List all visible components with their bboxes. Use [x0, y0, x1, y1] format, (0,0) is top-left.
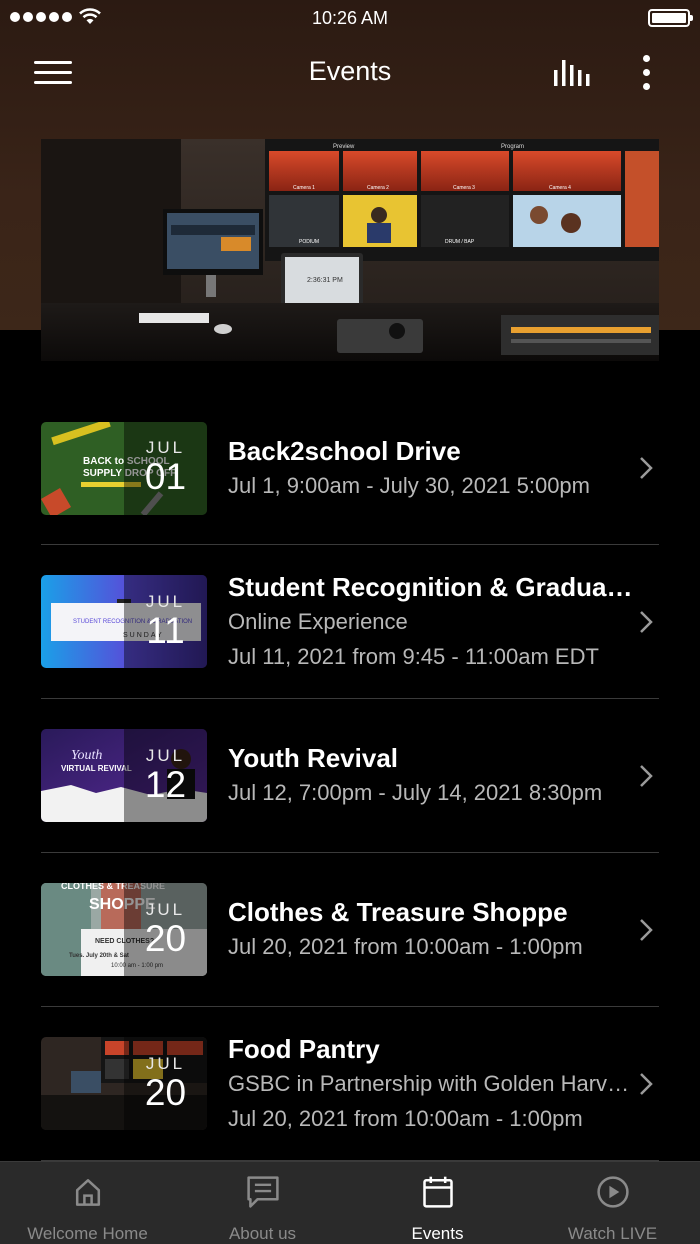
thumb-text-virtual-revival: VIRTUAL REVIVAL — [61, 764, 132, 773]
event-thumbnail: BACK to SCHOOL SUPPLY DROP OFF JUL 01 — [41, 421, 207, 515]
event-day: 11 — [146, 609, 185, 651]
tab-label: Welcome Home — [27, 1224, 148, 1243]
list-item[interactable]: Youth VIRTUAL REVIVAL JUL 12 Youth Reviv… — [41, 699, 659, 853]
audio-levels-icon[interactable] — [548, 54, 596, 90]
event-date-text: Jul 1, 9:00am - July 30, 2021 5:00pm — [228, 472, 590, 498]
hero-label-preview: Preview — [333, 144, 355, 150]
event-date-badge: JUL 20 — [124, 1037, 207, 1130]
status-bar: 10:26 AM — [0, 0, 700, 36]
hero-label-program: Program — [501, 144, 524, 150]
tab-label: Events — [411, 1224, 464, 1243]
hero-label-camera-1: Camera 1 — [293, 185, 315, 191]
event-day: 12 — [144, 763, 187, 805]
event-date-badge: JUL 20 — [124, 883, 207, 976]
event-title: Student Recognition & Graduation — [228, 571, 633, 602]
event-month: JUL — [145, 591, 186, 611]
home-icon — [75, 1179, 100, 1206]
event-day: 01 — [144, 456, 187, 497]
navigation-bar: Events — [0, 36, 700, 108]
event-title: Youth Revival — [228, 743, 399, 773]
event-month: JUL — [145, 438, 186, 457]
event-thumbnail: CLOTHES & TREASURE SHOPPE NEED CLOTHES? … — [41, 883, 207, 976]
tab-about-us[interactable]: About us — [175, 1162, 350, 1244]
event-thumbnail: JUL 20 — [41, 1037, 207, 1130]
event-subtitle: Online Experience — [228, 608, 408, 634]
hero-label-camera-3: Camera 3 — [453, 185, 475, 191]
control-room-illustration: Preview Program Camera 1 Camera 2 Camera… — [41, 139, 659, 361]
event-title: Clothes & Treasure Shoppe — [228, 897, 568, 927]
event-list: BACK to SCHOOL SUPPLY DROP OFF JUL 01 Ba… — [41, 392, 659, 1161]
event-day: 20 — [144, 1071, 187, 1113]
event-month: JUL — [145, 745, 186, 765]
list-item[interactable]: STUDENT RECOGNITION & GRADUATION SUNDAY … — [41, 545, 659, 699]
chevron-right-icon — [640, 764, 653, 787]
hero-label-camera-2: Camera 2 — [367, 185, 389, 191]
hero-label-podium: PODIUM — [299, 239, 319, 245]
event-thumbnail: STUDENT RECOGNITION & GRADUATION SUNDAY … — [41, 575, 207, 668]
tab-label: About us — [228, 1224, 297, 1243]
thumb-text-tues-date: Tues. July 20th & Sat — [69, 953, 129, 959]
event-date-badge: JUL 01 — [124, 421, 207, 515]
chevron-right-icon — [640, 1072, 653, 1095]
tab-label: Watch LIVE — [567, 1224, 658, 1243]
list-item[interactable]: CLOTHES & TREASURE SHOPPE NEED CLOTHES? … — [41, 853, 659, 1007]
chevron-right-icon — [640, 610, 653, 633]
bottom-tab-bar: Welcome Home About us Events Watch LIVE — [0, 1161, 700, 1244]
hero-label-camera-4: Camera 4 — [549, 185, 571, 191]
tab-events[interactable]: Events — [350, 1162, 525, 1244]
chevron-right-icon — [640, 918, 653, 941]
tab-welcome-home[interactable]: Welcome Home — [0, 1162, 175, 1244]
list-item[interactable]: JUL 20 Food Pantry GSBC in Partnership w… — [41, 1007, 659, 1161]
message-icon — [246, 1176, 279, 1208]
event-date-badge: JUL 11 — [124, 575, 207, 668]
event-thumbnail: Youth VIRTUAL REVIVAL JUL 12 — [41, 729, 207, 822]
battery-icon — [648, 9, 693, 27]
event-date-text: Jul 11, 2021 from 9:45 - 11:00am EDT — [228, 643, 599, 669]
play-circle-icon — [596, 1176, 629, 1208]
event-date-text: Jul 12, 7:00pm - July 14, 2021 8:30pm — [228, 780, 603, 805]
more-options-icon[interactable] — [630, 50, 662, 94]
event-date-badge: JUL 12 — [124, 729, 207, 822]
event-day: 20 — [144, 917, 187, 959]
thumb-text-youth: Youth — [71, 748, 102, 763]
hero-laptop-clock: 2:36:31 PM — [307, 277, 343, 284]
chevron-right-icon — [640, 457, 653, 479]
hero-image: Preview Program Camera 1 Camera 2 Camera… — [41, 139, 659, 361]
calendar-icon — [422, 1176, 453, 1208]
tab-watch-live[interactable]: Watch LIVE — [525, 1162, 700, 1244]
event-date-text: Jul 20, 2021 from 10:00am - 1:00pm — [228, 934, 583, 959]
event-title: Food Pantry — [228, 1033, 380, 1064]
list-item[interactable]: BACK to SCHOOL SUPPLY DROP OFF JUL 01 Ba… — [41, 392, 659, 545]
status-time: 10:26 AM — [311, 8, 389, 28]
hero-label-drum: DRUM / BAP — [445, 239, 475, 245]
event-subtitle: GSBC in Partnership with Golden Harvest — [228, 1070, 633, 1096]
event-date-text: Jul 20, 2021 from 10:00am - 1:00pm — [228, 1105, 583, 1131]
event-month: JUL — [145, 1053, 186, 1073]
event-month: JUL — [145, 899, 186, 919]
event-title: Back2school Drive — [228, 435, 461, 466]
